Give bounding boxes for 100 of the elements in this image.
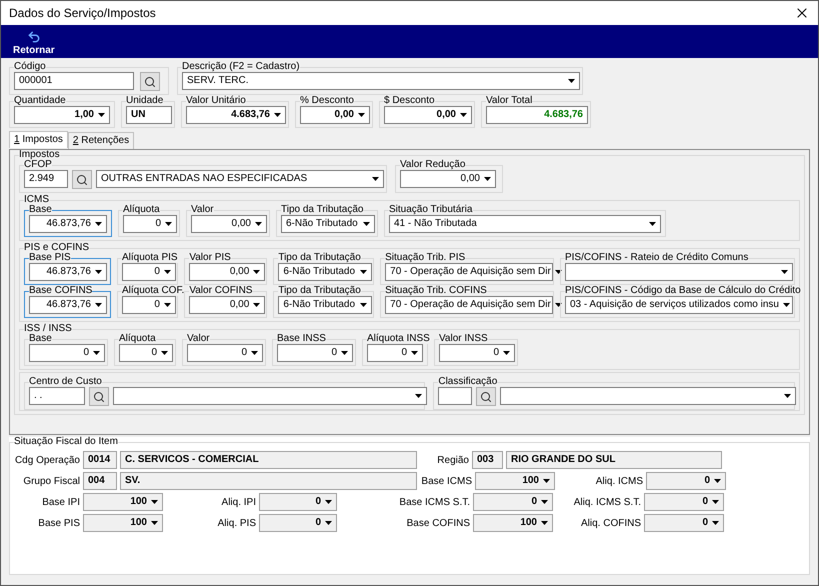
search-button[interactable]	[140, 72, 160, 91]
dropdown-field[interactable]: 100	[475, 472, 555, 490]
caret-icon	[253, 270, 260, 274]
search-button[interactable]	[89, 387, 109, 406]
dropdown-field[interactable]: 6-Não Tributado	[281, 215, 375, 233]
field-label: Região	[436, 454, 469, 468]
dropdown-field[interactable]: 0	[439, 344, 515, 362]
dropdown-field[interactable]: 0	[259, 514, 337, 532]
dropdown-field[interactable]: 46.873,76	[29, 215, 107, 233]
text-field[interactable]: 4.683,76	[486, 106, 588, 124]
dropdown-field[interactable]: 100	[83, 514, 163, 532]
dropdown-field[interactable]: 0	[646, 472, 726, 490]
group-label: Alíquota INSS	[367, 334, 430, 344]
caret-icon	[649, 222, 656, 226]
dropdown-field[interactable]: 0,00	[189, 263, 266, 281]
text-field[interactable]: 2.949	[24, 170, 68, 188]
text-field[interactable]: . .	[29, 387, 85, 405]
field-label: Aliq. ICMS S.T.	[572, 496, 641, 510]
group-label: Valor Unitário	[186, 96, 246, 106]
caret-icon	[460, 113, 467, 117]
dropdown-field[interactable]: 41 - Não Tributada	[389, 215, 661, 233]
dropdown-field[interactable]: OUTRAS ENTRADAS NAO ESPECIFICADAS	[96, 170, 384, 188]
group-label: Base	[29, 205, 52, 215]
text-field[interactable]: C. SERVICOS - COMERCIAL	[120, 451, 417, 469]
dropdown-field[interactable]: 0	[259, 493, 337, 511]
dropdown-field[interactable]	[564, 263, 793, 281]
dropdown-field[interactable]: 0	[187, 344, 263, 362]
group-label: Alíquota	[119, 334, 156, 344]
caret-icon	[503, 351, 510, 355]
dropdown-field[interactable]: 0	[367, 344, 423, 362]
dropdown-field[interactable]: SERV. TERC.	[182, 72, 580, 90]
tab[interactable]: 2 Retenções	[68, 132, 134, 149]
caret-icon	[784, 394, 792, 398]
dropdown-field[interactable]: 0,00	[189, 296, 266, 314]
text-field[interactable]: SV.	[120, 472, 417, 490]
caret-icon	[358, 113, 365, 117]
caret-icon	[95, 303, 102, 307]
group-label: CFOP	[24, 160, 52, 170]
tab[interactable]: 1 Impostos	[9, 131, 68, 148]
group-label: Classificação	[438, 377, 498, 387]
return-button[interactable]: Retornar	[13, 30, 55, 56]
dropdown-field[interactable]: 1,00	[14, 106, 110, 124]
group-label: Valor Total	[486, 96, 532, 106]
text-field[interactable]: 004	[83, 472, 117, 490]
field-label: Base PIS	[37, 516, 80, 530]
caret-icon	[165, 222, 172, 226]
dropdown-field[interactable]: 0,00	[300, 106, 370, 124]
caret-icon	[255, 222, 262, 226]
caret-icon	[541, 500, 548, 504]
dropdown-field[interactable]: 0,00	[384, 106, 472, 124]
group-label: Impostos	[19, 150, 60, 160]
dropdown-field[interactable]: 0	[29, 344, 105, 362]
search-icon	[76, 174, 88, 186]
text-field[interactable]: 0014	[83, 451, 117, 469]
dropdown-field[interactable]: 6-Não Tributado	[278, 296, 372, 314]
dropdown-field[interactable]: 0	[644, 493, 724, 511]
caret-icon	[411, 351, 418, 355]
dropdown-field[interactable]: 0	[119, 344, 173, 362]
dropdown-field[interactable]: 0	[123, 215, 177, 233]
text-field[interactable]: UN	[126, 106, 172, 124]
dropdown-field[interactable]: 100	[83, 493, 163, 511]
dropdown-field[interactable]: 0	[122, 296, 176, 314]
dropdown-field[interactable]: 03 - Aquisição de serviços utilizados como insu	[564, 296, 793, 314]
caret-icon	[782, 303, 790, 307]
caret-icon	[151, 521, 158, 525]
dropdown-field[interactable]: 0	[122, 263, 176, 281]
search-button[interactable]	[476, 387, 496, 406]
dropdown-field[interactable]: 4.683,76	[186, 106, 286, 124]
dropdown-field[interactable]: 6-Não Tributado	[278, 263, 372, 281]
dropdown-field[interactable]	[500, 387, 796, 405]
text-field[interactable]: 000001	[14, 72, 134, 90]
dropdown-field[interactable]: 0,00	[400, 170, 496, 188]
dropdown-field[interactable]: 0,00	[191, 215, 267, 233]
dropdown-field[interactable]: 0	[473, 493, 553, 511]
group-label: Tipo da Tributação	[281, 205, 364, 215]
dropdown-field[interactable]	[113, 387, 427, 405]
caret-icon	[360, 303, 368, 307]
dropdown-field[interactable]: 46.873,76	[29, 263, 107, 281]
group-label: Unidade	[126, 96, 164, 106]
group-label: Valor INSS	[439, 334, 488, 344]
text-field[interactable]: 003	[472, 451, 503, 469]
group-label: Valor PIS	[189, 253, 231, 263]
group-label: Alíquota PIS	[122, 253, 178, 263]
caret-icon	[161, 351, 168, 355]
search-button[interactable]	[72, 170, 92, 189]
text-field[interactable]: RIO GRANDE DO SUL	[506, 451, 722, 469]
dropdown-field[interactable]: 0	[277, 344, 353, 362]
caret-icon	[253, 303, 260, 307]
dropdown-field[interactable]: 46.873,76	[29, 296, 107, 314]
caret-icon	[164, 270, 171, 274]
group-label: Tipo da Tributação	[278, 286, 361, 296]
group-label: Base COFINS	[29, 286, 92, 296]
group-label: Situação Fiscal do Item	[14, 437, 118, 447]
group-label: % Desconto	[300, 96, 354, 106]
dropdown-field[interactable]: 100	[473, 514, 553, 532]
caret-icon	[484, 177, 491, 181]
text-field[interactable]	[438, 387, 472, 405]
dropdown-field[interactable]: 0	[644, 514, 724, 532]
field-label: Cdg Operação	[14, 454, 80, 468]
group-label: ICMS	[24, 195, 49, 205]
